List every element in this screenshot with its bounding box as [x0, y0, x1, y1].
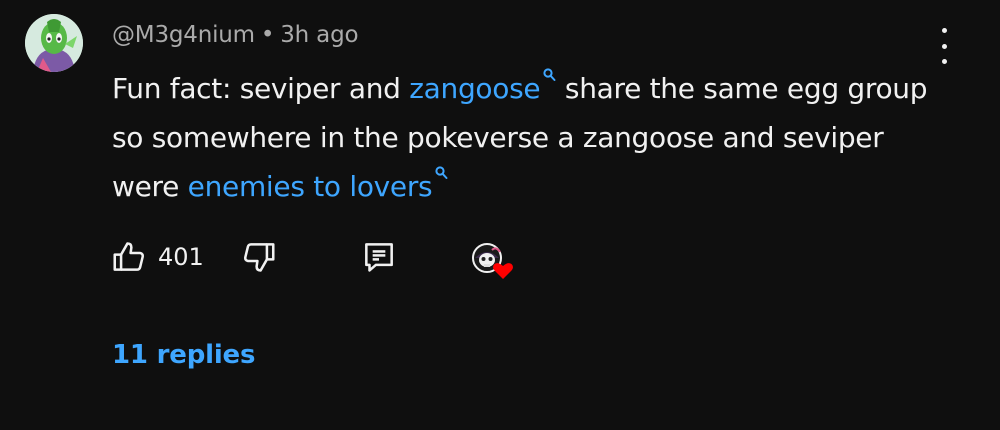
avatar-image — [25, 14, 83, 72]
dislike-button[interactable] — [240, 238, 278, 280]
creator-heart-icon — [470, 238, 514, 282]
search-link-enemies-to-lovers[interactable]: enemies to lovers — [187, 166, 449, 203]
more-vert-icon[interactable] — [932, 28, 956, 64]
like-count: 401 — [158, 243, 204, 271]
search-link-zangoose[interactable]: zangoose — [409, 68, 556, 105]
header-separator: • — [260, 22, 275, 48]
avatar[interactable] — [25, 14, 83, 72]
comment-time: 3h ago — [280, 22, 359, 48]
like-icon — [113, 242, 144, 271]
dislike-icon — [244, 243, 275, 272]
like-button[interactable]: 401 — [110, 238, 204, 276]
reply-icon — [365, 243, 393, 272]
search-icon — [435, 166, 448, 179]
search-icon — [543, 68, 556, 81]
author-name[interactable]: @M3g4nium — [112, 22, 255, 48]
comment-header: @M3g4nium • 3h ago — [112, 22, 359, 48]
replies-button[interactable]: 11 replies — [112, 340, 255, 370]
comment-text: Fun fact: seviper and zangoose share the… — [112, 64, 952, 211]
comment-text-part1: Fun fact: seviper and — [112, 72, 410, 105]
reply-button[interactable] — [360, 238, 398, 280]
search-link-label: zangoose — [409, 72, 541, 105]
search-link-label: enemies to lovers — [187, 170, 433, 203]
